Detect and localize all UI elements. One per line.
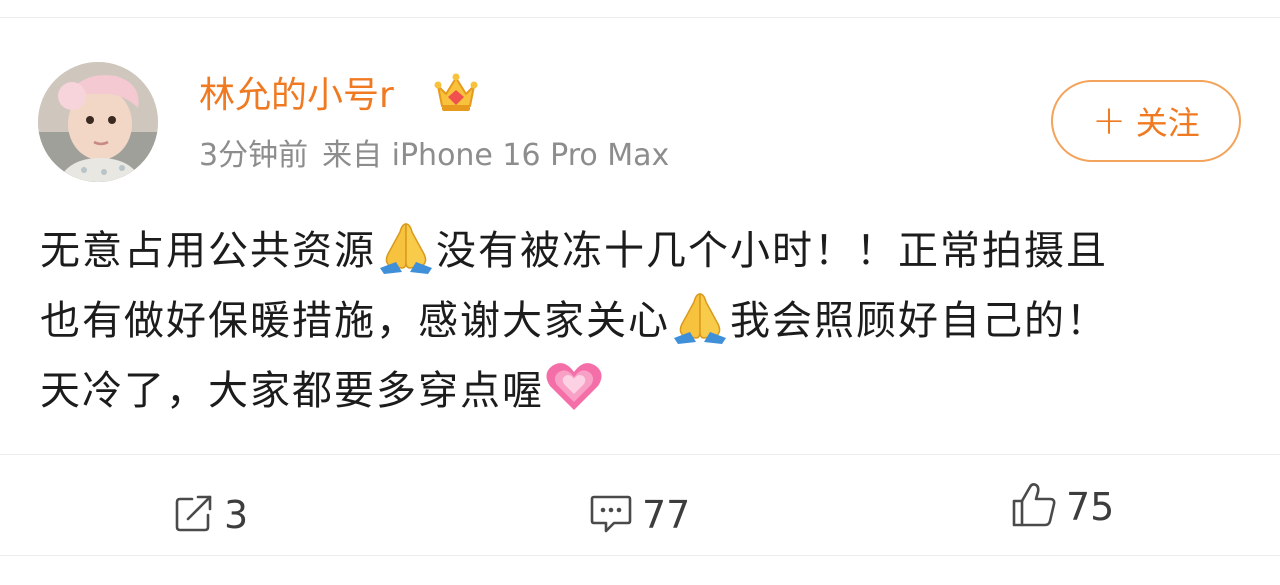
like-count: 75	[1066, 485, 1115, 529]
repost-count: 3	[224, 493, 249, 537]
crown-vip-icon[interactable]	[432, 70, 480, 114]
folded-hands-emoji-icon	[376, 218, 436, 274]
plus-icon: +	[1092, 98, 1126, 144]
post-source: 来自 iPhone 16 Pro Max	[322, 138, 670, 173]
bottom-divider	[0, 555, 1280, 556]
folded-hands-emoji-icon	[670, 288, 730, 344]
avatar[interactable]	[38, 62, 158, 182]
content-line-3: 天冷了，大家都要多穿点喔	[40, 356, 1240, 426]
follow-button[interactable]: + 关注	[1051, 80, 1241, 162]
post-content: 无意占用公共资源 没有被冻十几个小时！！正常拍摄且 也有做好保暖措施，感谢大家关…	[40, 216, 1240, 426]
username[interactable]: 林允的小号r	[199, 74, 394, 118]
content-text: 无意占用公共资源	[40, 228, 376, 274]
repost-icon	[172, 491, 216, 539]
post-time: 3分钟前	[199, 138, 309, 173]
growing-heart-emoji-icon	[544, 358, 604, 414]
thumbs-up-icon	[1010, 481, 1058, 533]
content-line-1: 无意占用公共资源 没有被冻十几个小时！！正常拍摄且	[40, 216, 1240, 286]
repost-button[interactable]: 3	[172, 485, 248, 545]
content-text: 我会照顾好自己的！	[730, 298, 1108, 344]
content-text: 天冷了，大家都要多穿点喔	[40, 368, 544, 414]
weibo-post: 林允的小号r 3分钟前 来自 iPhone 16 Pro Max + 关注 无意占…	[0, 18, 1280, 585]
content-text: 也有做好保暖措施，感谢大家关心	[40, 298, 670, 344]
comment-icon	[588, 491, 634, 539]
follow-label: 关注	[1135, 104, 1200, 142]
like-button[interactable]: 75	[1010, 477, 1114, 537]
comment-button[interactable]: 77	[588, 485, 690, 545]
post-meta: 3分钟前 来自 iPhone 16 Pro Max	[199, 136, 669, 176]
comment-count: 77	[642, 493, 691, 537]
action-bar: 3 77 75	[0, 455, 1280, 565]
content-text: 没有被冻十几个小时！！正常拍摄且	[436, 228, 1108, 274]
content-line-2: 也有做好保暖措施，感谢大家关心 我会照顾好自己的！	[40, 286, 1240, 356]
